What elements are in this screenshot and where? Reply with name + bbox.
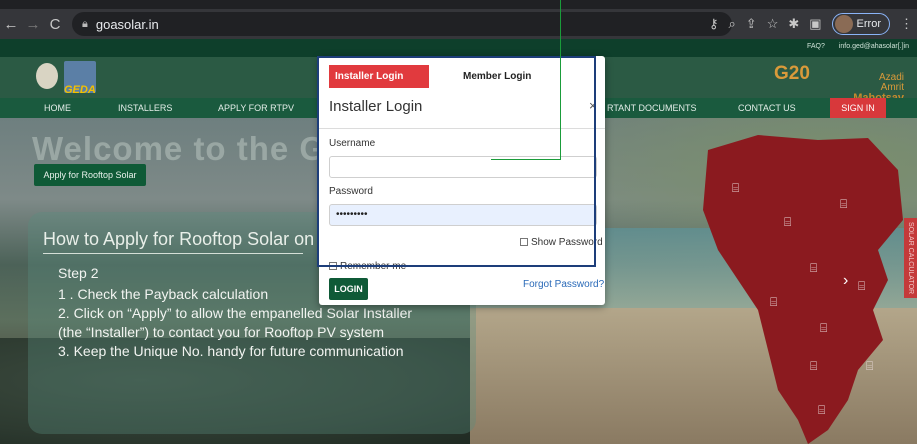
step-line: (the “Installer”) to contact you for Roo… bbox=[58, 324, 385, 340]
solar-panel-icon: ⌸ bbox=[770, 295, 777, 309]
solar-panel-icon: ⌸ bbox=[840, 197, 847, 211]
apply-rooftop-button[interactable]: Apply for Rooftop Solar bbox=[34, 164, 146, 186]
goa-solar-map: ⌸ ⌸ ⌸ ⌸ ⌸ ⌸ ⌸ ⌸ ⌸ ⌸ bbox=[698, 130, 908, 444]
solar-panel-icon: ⌸ bbox=[784, 215, 791, 229]
carousel-next-icon[interactable]: › bbox=[843, 272, 848, 290]
nav-installers[interactable]: INSTALLERS bbox=[118, 103, 172, 113]
forward-icon[interactable]: → bbox=[22, 16, 44, 33]
annotation-pointer bbox=[491, 159, 561, 160]
solar-panel-icon: ⌸ bbox=[732, 181, 739, 195]
g20-logo: G20 bbox=[774, 63, 810, 84]
geda-logo[interactable]: GEDA bbox=[64, 61, 96, 96]
url-text: goasolar.in bbox=[95, 16, 159, 32]
sign-in-button[interactable]: SIGN IN bbox=[830, 98, 886, 118]
zoom-icon[interactable]: ⌕ bbox=[729, 16, 736, 32]
step-heading: Step 2 bbox=[58, 265, 99, 281]
menu-kebab-icon[interactable]: ⋮ bbox=[900, 16, 913, 32]
azadi-mahotsav-logo: Azadi Amrit Mahotsav bbox=[853, 72, 904, 104]
annotation-pointer bbox=[560, 0, 561, 160]
browser-tabstrip bbox=[0, 0, 917, 9]
solar-panel-icon: ⌸ bbox=[858, 279, 865, 293]
forgot-password-link[interactable]: Forgot Password? bbox=[523, 279, 604, 290]
step-line: 1 . Check the Payback calculation bbox=[58, 286, 269, 302]
how-to-apply-title: How to Apply for Rooftop Solar on bbox=[43, 229, 315, 249]
solar-panel-icon: ⌸ bbox=[810, 261, 817, 275]
address-bar[interactable]: 🔒︎ goasolar.in bbox=[72, 12, 732, 36]
step-line: 2. Click on “Apply” to allow the empanel… bbox=[58, 305, 413, 321]
lock-icon: 🔒︎ bbox=[82, 17, 88, 30]
step-line: 3. Keep the Unique No. handy for future … bbox=[58, 343, 404, 359]
nav-apply-rtpv[interactable]: APPLY FOR RTPV bbox=[218, 103, 294, 113]
solar-calculator-tab[interactable]: SOLAR CALCULATOR bbox=[904, 218, 917, 298]
solar-panel-icon: ⌸ bbox=[810, 359, 817, 373]
avatar bbox=[834, 15, 853, 33]
goa-emblem-logo bbox=[36, 63, 58, 89]
key-icon[interactable]: ⚷ bbox=[709, 16, 719, 32]
bookmark-star-icon[interactable]: ☆ bbox=[767, 16, 779, 32]
profile-button[interactable]: Error bbox=[831, 13, 890, 35]
back-icon[interactable]: ← bbox=[0, 16, 22, 33]
login-button[interactable]: LOGIN bbox=[329, 278, 368, 300]
browser-toolbar: ← → C 🔒︎ goasolar.in ⚷ ⌕ ⇪ ☆ ✱ ▣ Error ⋮ bbox=[0, 9, 917, 39]
site-topbar: FAQ? info.ged@ahasolar[.]in bbox=[0, 39, 917, 57]
nav-home[interactable]: HOME bbox=[44, 103, 71, 113]
solar-panel-icon: ⌸ bbox=[818, 403, 825, 417]
solar-panel-icon: ⌸ bbox=[866, 359, 873, 373]
divider bbox=[43, 253, 303, 254]
nav-contact-us[interactable]: CONTACT US bbox=[738, 103, 796, 113]
extensions-icon[interactable]: ✱ bbox=[788, 16, 799, 32]
nav-important-documents[interactable]: RTANT DOCUMENTS bbox=[607, 103, 697, 113]
highlight-box bbox=[317, 56, 596, 267]
share-icon[interactable]: ⇪ bbox=[746, 16, 757, 32]
profile-label: Error bbox=[856, 18, 881, 30]
sidepanel-icon[interactable]: ▣ bbox=[809, 16, 821, 32]
solar-panel-icon: ⌸ bbox=[820, 321, 827, 335]
faq-link[interactable]: FAQ? bbox=[807, 43, 825, 50]
email-link[interactable]: info.ged@ahasolar[.]in bbox=[839, 43, 909, 50]
reload-icon[interactable]: C bbox=[44, 16, 66, 33]
